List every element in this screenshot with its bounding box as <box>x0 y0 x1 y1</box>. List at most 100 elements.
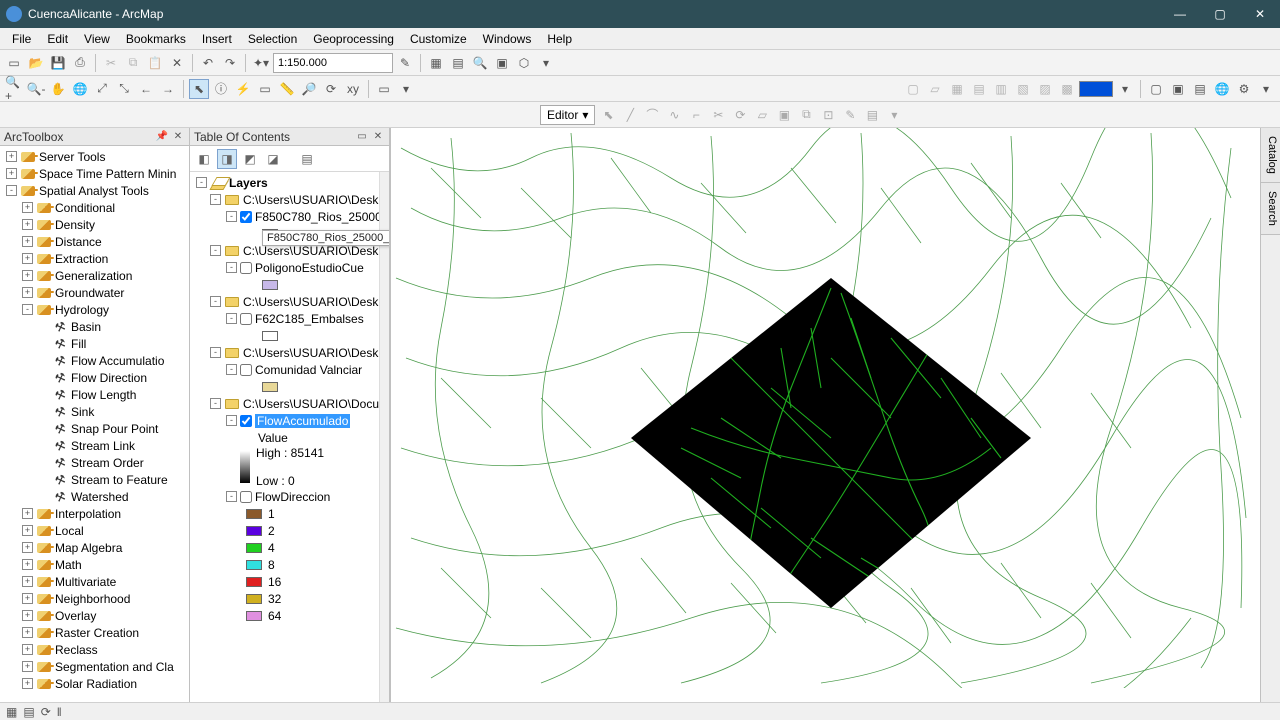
toolbox-node[interactable]: +Segmentation and Cla <box>2 658 187 675</box>
back-icon[interactable]: ← <box>136 79 156 99</box>
toolbox-node[interactable]: +Raster Creation <box>2 624 187 641</box>
expand-icon[interactable] <box>38 491 49 502</box>
menu-windows[interactable]: Windows <box>475 30 540 48</box>
draw-split-icon[interactable]: ▥ <box>991 79 1011 99</box>
layer-name[interactable]: F62C185_Embalses <box>255 312 364 326</box>
new-doc-icon[interactable]: ▭ <box>4 53 24 73</box>
toc-options-icon[interactable]: ▤ <box>297 149 317 169</box>
class-swatch[interactable] <box>246 509 262 519</box>
menu-help[interactable]: Help <box>539 30 580 48</box>
save-icon[interactable]: 💾 <box>48 53 68 73</box>
draw-merge-icon[interactable]: ▧ <box>1013 79 1033 99</box>
toolbox-node[interactable]: +Neighborhood <box>2 590 187 607</box>
geo-globe-icon[interactable]: 🌐 <box>1212 79 1232 99</box>
toolbox-node[interactable]: ⚒Fill <box>2 335 187 352</box>
layer-visibility-checkbox[interactable] <box>240 211 252 223</box>
create-viewer-icon[interactable]: ▾ <box>396 79 416 99</box>
toolbox-node[interactable]: ⚒Watershed <box>2 488 187 505</box>
expand-icon[interactable]: + <box>22 270 33 281</box>
catalog-icon[interactable]: ▤ <box>448 53 468 73</box>
expand-icon[interactable]: - <box>226 313 237 324</box>
symbol-swatch[interactable] <box>262 382 278 392</box>
expand-icon[interactable] <box>38 372 49 383</box>
toc-node[interactable]: -C:\Users\USUARIO\Docu <box>192 395 387 412</box>
toolbox-node[interactable]: ⚒Flow Direction <box>2 369 187 386</box>
identify-icon[interactable]: ⓘ <box>211 79 231 99</box>
menu-view[interactable]: View <box>76 30 118 48</box>
editor-toolbar-icon[interactable]: ✎ <box>395 53 415 73</box>
toc-node[interactable]: -Layers <box>192 174 387 191</box>
expand-icon[interactable]: + <box>22 644 33 655</box>
toolbox-node[interactable]: +Space Time Pattern Minin <box>2 165 187 182</box>
toc-node[interactable]: 1 <box>192 505 387 522</box>
toc-list-selection-icon[interactable]: ◪ <box>263 149 283 169</box>
class-swatch[interactable] <box>246 611 262 621</box>
draw-poly-icon[interactable]: ▱ <box>925 79 945 99</box>
layer-visibility-checkbox[interactable] <box>240 262 252 274</box>
layer-visibility-checkbox[interactable] <box>240 313 252 325</box>
class-swatch[interactable] <box>246 577 262 587</box>
toc-list-visibility-icon[interactable]: ◩ <box>240 149 260 169</box>
expand-icon[interactable] <box>38 423 49 434</box>
menu-edit[interactable]: Edit <box>39 30 76 48</box>
expand-icon[interactable]: + <box>22 627 33 638</box>
toc-node[interactable]: High : 85141Low : 0 <box>192 446 387 488</box>
expand-icon[interactable]: + <box>22 525 33 536</box>
copy-icon[interactable]: ⧉ <box>123 53 143 73</box>
layer-name[interactable]: Comunidad Valnciar <box>255 363 362 377</box>
menu-customize[interactable]: Customize <box>402 30 475 48</box>
draw-unify-icon[interactable]: ▩ <box>1057 79 1077 99</box>
class-swatch[interactable] <box>246 560 262 570</box>
toolbox-node[interactable]: +Local <box>2 522 187 539</box>
expand-icon[interactable]: + <box>22 253 33 264</box>
toolbox-node[interactable]: +Interpolation <box>2 505 187 522</box>
pin-icon[interactable]: 📌 <box>155 130 169 144</box>
expand-icon[interactable]: - <box>22 304 33 315</box>
forward-icon[interactable]: → <box>158 79 178 99</box>
layer-visibility-checkbox[interactable] <box>240 415 252 427</box>
expand-icon[interactable] <box>38 355 49 366</box>
layer-visibility-checkbox[interactable] <box>240 364 252 376</box>
toc-node[interactable]: -C:\Users\USUARIO\Desk <box>192 293 387 310</box>
toolbox-node[interactable]: +Reclass <box>2 641 187 658</box>
expand-icon[interactable] <box>38 406 49 417</box>
pan-icon[interactable]: ✋ <box>48 79 68 99</box>
geo-box-3-icon[interactable]: ▤ <box>1190 79 1210 99</box>
search-window-icon[interactable]: 🔍 <box>470 53 490 73</box>
toc-node[interactable]: -F850C780_Rios_25000 <box>192 208 387 225</box>
measure-icon[interactable]: 📏 <box>277 79 297 99</box>
paste-icon[interactable]: 📋 <box>145 53 165 73</box>
toc-node[interactable] <box>192 378 387 395</box>
expand-icon[interactable]: + <box>22 559 33 570</box>
fill-dd-icon[interactable]: ▾ <box>1115 79 1135 99</box>
class-swatch[interactable] <box>246 594 262 604</box>
python-icon[interactable]: ▣ <box>492 53 512 73</box>
toc-node[interactable]: -FlowDireccion <box>192 488 387 505</box>
delete-icon[interactable]: ✕ <box>167 53 187 73</box>
toolbox-node[interactable]: +Map Algebra <box>2 539 187 556</box>
print-icon[interactable]: ⎙ <box>70 53 90 73</box>
map-view[interactable] <box>390 128 1260 702</box>
expand-icon[interactable]: - <box>226 262 237 273</box>
expand-icon[interactable] <box>38 457 49 468</box>
expand-icon[interactable]: - <box>6 185 17 196</box>
layer-visibility-checkbox[interactable] <box>240 491 252 503</box>
toc-node[interactable]: 4 <box>192 539 387 556</box>
toolbox-node[interactable]: +Multivariate <box>2 573 187 590</box>
expand-icon[interactable] <box>38 321 49 332</box>
expand-icon[interactable]: - <box>210 296 221 307</box>
find-icon[interactable]: 🔎 <box>299 79 319 99</box>
toolbox-node[interactable]: ⚒Stream Order <box>2 454 187 471</box>
expand-icon[interactable]: - <box>196 177 207 188</box>
catalog-tab[interactable]: Catalog <box>1261 128 1280 183</box>
geo-box-2-icon[interactable]: ▣ <box>1168 79 1188 99</box>
toolbox-node[interactable]: +Distance <box>2 233 187 250</box>
expand-icon[interactable]: - <box>210 398 221 409</box>
geo-dd-icon[interactable]: ▾ <box>1256 79 1276 99</box>
redo-icon[interactable]: ↷ <box>220 53 240 73</box>
toc-node[interactable]: 32 <box>192 590 387 607</box>
zoom-out-icon[interactable]: 🔍- <box>26 79 46 99</box>
geo-gear-icon[interactable]: ⚙ <box>1234 79 1254 99</box>
toolbox-node[interactable]: +Density <box>2 216 187 233</box>
menu-bookmarks[interactable]: Bookmarks <box>118 30 194 48</box>
